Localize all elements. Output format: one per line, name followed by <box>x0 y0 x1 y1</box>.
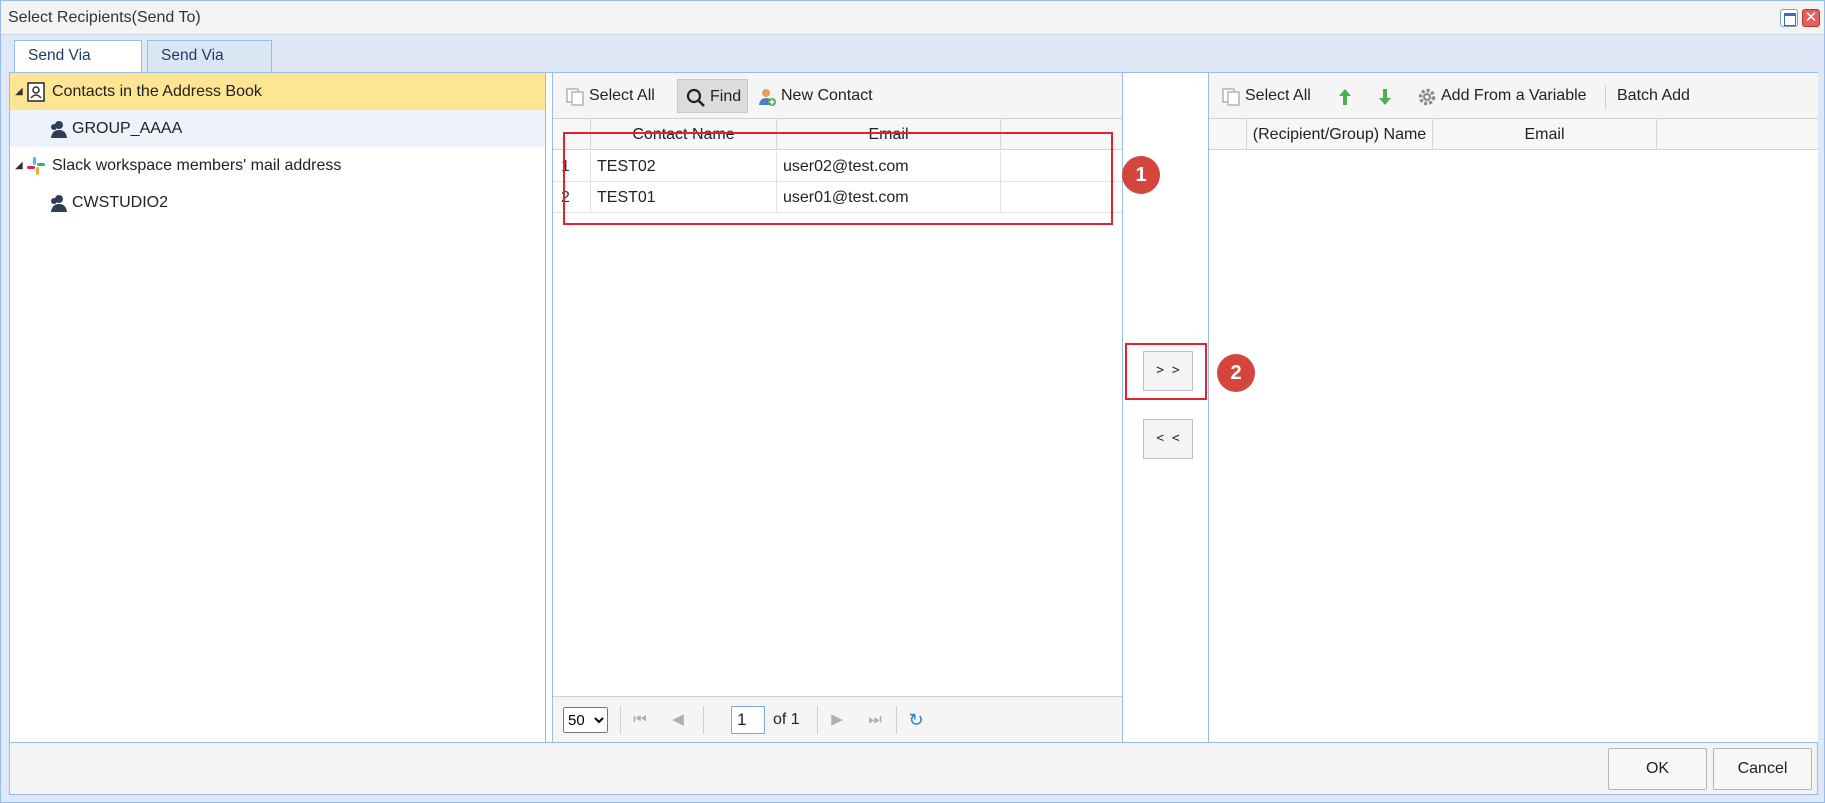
pager-separator <box>703 706 704 734</box>
table-row[interactable]: 2 TEST01 user01@test.com <box>553 182 1122 213</box>
tree-item-group-aaaa[interactable]: GROUP_AAAA <box>10 110 545 147</box>
contact-name-cell: TEST01 <box>591 182 777 213</box>
email-cell: user01@test.com <box>777 182 1001 213</box>
contacts-pager: 50 ⏮ ◀ 1 of 1 ▶ ⏭ ↻ <box>553 696 1122 742</box>
tab-send-via-email[interactable]: Send Via Email <box>14 40 142 94</box>
tree-item-address-book[interactable]: ◢ Contacts in the Address Book <box>10 73 545 110</box>
move-up-button[interactable] <box>1331 79 1361 113</box>
copy-icon <box>566 88 584 106</box>
add-recipients-button[interactable]: > > <box>1143 351 1193 391</box>
select-all-button[interactable]: Select All <box>557 79 661 113</box>
tree-item-cwstudio2[interactable]: CWSTUDIO2 <box>10 184 545 221</box>
contacts-grid-header: Contact Name Email <box>553 119 1122 150</box>
annotation-badge: 2 <box>1217 354 1255 392</box>
next-page-icon[interactable]: ▶ <box>825 708 849 732</box>
tab-strip: Send Via Email Send Via Slack <box>1 35 1824 94</box>
group-icon <box>51 121 67 138</box>
arrow-down-icon <box>1379 89 1391 105</box>
new-contact-icon <box>759 89 776 106</box>
recipients-panel: Select All Add From a Variable Batch Add… <box>1208 73 1818 742</box>
refresh-icon[interactable]: ↻ <box>904 708 928 732</box>
title-bar: Select Recipients(Send To) ✕ <box>1 1 1824 35</box>
add-from-variable-label: Add From a Variable <box>1441 87 1587 104</box>
recipients-toolbar: Select All Add From a Variable Batch Add <box>1209 73 1818 119</box>
pager-separator <box>817 706 818 734</box>
expand-arrow-icon[interactable]: ◢ <box>15 147 23 184</box>
contact-source-tree: ◢ Contacts in the Address Book GROUP_AAA… <box>10 73 546 742</box>
column-header-email[interactable]: Email <box>777 119 1001 150</box>
dialog-footer: OK Cancel <box>9 743 1818 795</box>
find-button[interactable]: Find <box>677 79 749 113</box>
select-recipients-dialog: Select Recipients(Send To) ✕ Send Via Em… <box>0 0 1825 803</box>
page-number-input[interactable]: 1 <box>731 706 765 734</box>
column-header-contact-name[interactable]: Contact Name <box>591 119 777 150</box>
pager-separator <box>896 706 897 734</box>
first-page-icon[interactable]: ⏮ <box>628 708 652 732</box>
group-icon <box>51 195 67 212</box>
maximize-icon[interactable] <box>1780 9 1798 27</box>
tree-item-slack-members[interactable]: ◢ Slack workspace members' mail address <box>10 147 545 184</box>
new-contact-button[interactable]: New Contact <box>749 79 879 113</box>
tab-send-via-slack[interactable]: Send Via Slack <box>147 40 272 94</box>
page-count-label: of 1 <box>773 711 800 728</box>
pager-separator <box>620 706 621 734</box>
recipients-select-all-button[interactable]: Select All <box>1213 79 1317 113</box>
remove-recipients-button[interactable]: < < <box>1143 419 1193 459</box>
row-number: 1 <box>553 151 591 182</box>
email-cell: user02@test.com <box>777 151 1001 182</box>
row-number-header <box>553 119 591 150</box>
cancel-button[interactable]: Cancel <box>1713 748 1812 790</box>
gear-icon <box>1418 88 1436 106</box>
contact-name-cell: TEST02 <box>591 151 777 182</box>
copy-icon <box>1222 88 1240 106</box>
column-header-email[interactable]: Email <box>1433 119 1657 150</box>
row-number: 2 <box>553 182 591 213</box>
address-book-icon <box>27 82 45 102</box>
tree-item-label: CWSTUDIO2 <box>72 194 168 211</box>
toolbar-separator <box>1605 85 1606 109</box>
move-down-button[interactable] <box>1371 79 1401 113</box>
find-label: Find <box>710 88 742 105</box>
dialog-body: ◢ Contacts in the Address Book GROUP_AAA… <box>9 72 1818 743</box>
previous-page-icon[interactable]: ◀ <box>666 708 690 732</box>
last-page-icon[interactable]: ⏭ <box>863 708 887 732</box>
tree-item-label: Slack workspace members' mail address <box>52 157 342 174</box>
arrow-up-icon <box>1339 89 1351 105</box>
search-icon <box>686 88 705 107</box>
select-all-label: Select All <box>1245 87 1311 104</box>
tree-item-label: GROUP_AAAA <box>72 120 183 137</box>
column-header-recipient-name[interactable]: (Recipient/Group) Name <box>1247 119 1433 150</box>
batch-add-button[interactable]: Batch Add <box>1611 79 1696 113</box>
new-contact-label: New Contact <box>781 87 873 104</box>
expand-arrow-icon[interactable]: ◢ <box>15 73 23 110</box>
dialog-title: Select Recipients(Send To) <box>8 9 201 26</box>
row-number-header <box>1209 119 1247 150</box>
close-icon[interactable]: ✕ <box>1802 9 1820 27</box>
tree-item-label: Contacts in the Address Book <box>52 83 262 100</box>
select-all-label: Select All <box>589 87 655 104</box>
table-row[interactable]: 1 TEST02 user02@test.com <box>553 151 1122 182</box>
slack-icon <box>27 157 45 175</box>
ok-button[interactable]: OK <box>1608 748 1707 790</box>
contacts-panel: Select All Find New Contact Contact Name… <box>552 73 1123 742</box>
contacts-toolbar: Select All Find New Contact <box>553 73 1122 119</box>
page-size-select[interactable]: 50 <box>563 707 608 733</box>
annotation-badge: 1 <box>1122 156 1160 194</box>
add-from-variable-button[interactable]: Add From a Variable <box>1409 79 1593 113</box>
recipients-grid-header: (Recipient/Group) Name Email <box>1209 119 1818 150</box>
